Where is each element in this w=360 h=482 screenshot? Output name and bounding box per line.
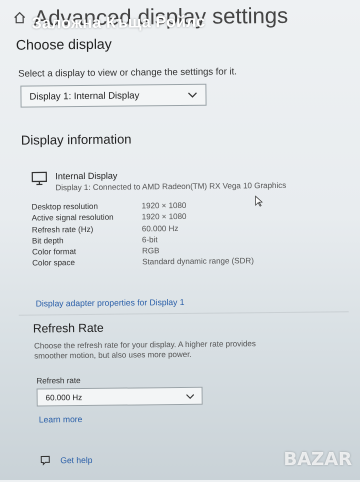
mouse-cursor-icon — [255, 195, 263, 207]
choose-display-heading: Choose display — [15, 35, 112, 53]
display-name: Internal Display — [55, 170, 118, 182]
learn-more-link[interactable]: Learn more — [39, 414, 83, 424]
brand-watermark: BAZAR — [283, 449, 353, 470]
info-label: Color space — [32, 258, 75, 269]
info-value: RGB — [142, 246, 160, 256]
info-value: 1920 × 1080 — [141, 212, 187, 222]
home-icon[interactable] — [14, 11, 26, 24]
monitor-icon — [31, 171, 47, 186]
info-value: Standard dynamic range (SDR) — [142, 256, 254, 267]
choose-display-help: Select a display to view or change the s… — [18, 66, 237, 80]
section-divider — [18, 311, 349, 316]
refresh-rate-label: Refresh rate — [36, 376, 81, 386]
refresh-rate-value: 60.000 Hz — [45, 393, 83, 403]
settings-window: Advanced display settings Заложна Къща Р… — [0, 0, 360, 482]
refresh-rate-dropdown[interactable]: 60.000 Hz — [36, 386, 203, 407]
chevron-down-icon — [186, 394, 195, 399]
display-information-heading: Display information — [20, 131, 132, 148]
display-info-table: Desktop resolution 1920 × 1080 Active si… — [32, 199, 333, 270]
watermark-text: Заложна Къща Ройлс — [31, 13, 206, 33]
get-help-link[interactable]: Get help — [60, 455, 92, 465]
info-value: 1920 × 1080 — [141, 200, 187, 211]
display-select-dropdown[interactable]: Display 1: Internal Display — [20, 83, 207, 108]
refresh-rate-description: Choose the refresh rate for your display… — [34, 339, 256, 361]
display-select-value: Display 1: Internal Display — [29, 90, 140, 103]
info-value: 60.000 Hz — [141, 223, 179, 233]
display-connection: Display 1: Connected to AMD Radeon(TM) R… — [55, 180, 287, 193]
info-value: 6-bit — [141, 235, 158, 245]
info-row: Color space Standard dynamic range (SDR) — [32, 256, 332, 270]
chevron-down-icon — [188, 92, 197, 98]
display-adapter-properties-link[interactable]: Display adapter properties for Display 1 — [36, 297, 185, 309]
help-icon[interactable] — [40, 454, 52, 466]
refresh-rate-heading: Refresh Rate — [32, 320, 104, 336]
